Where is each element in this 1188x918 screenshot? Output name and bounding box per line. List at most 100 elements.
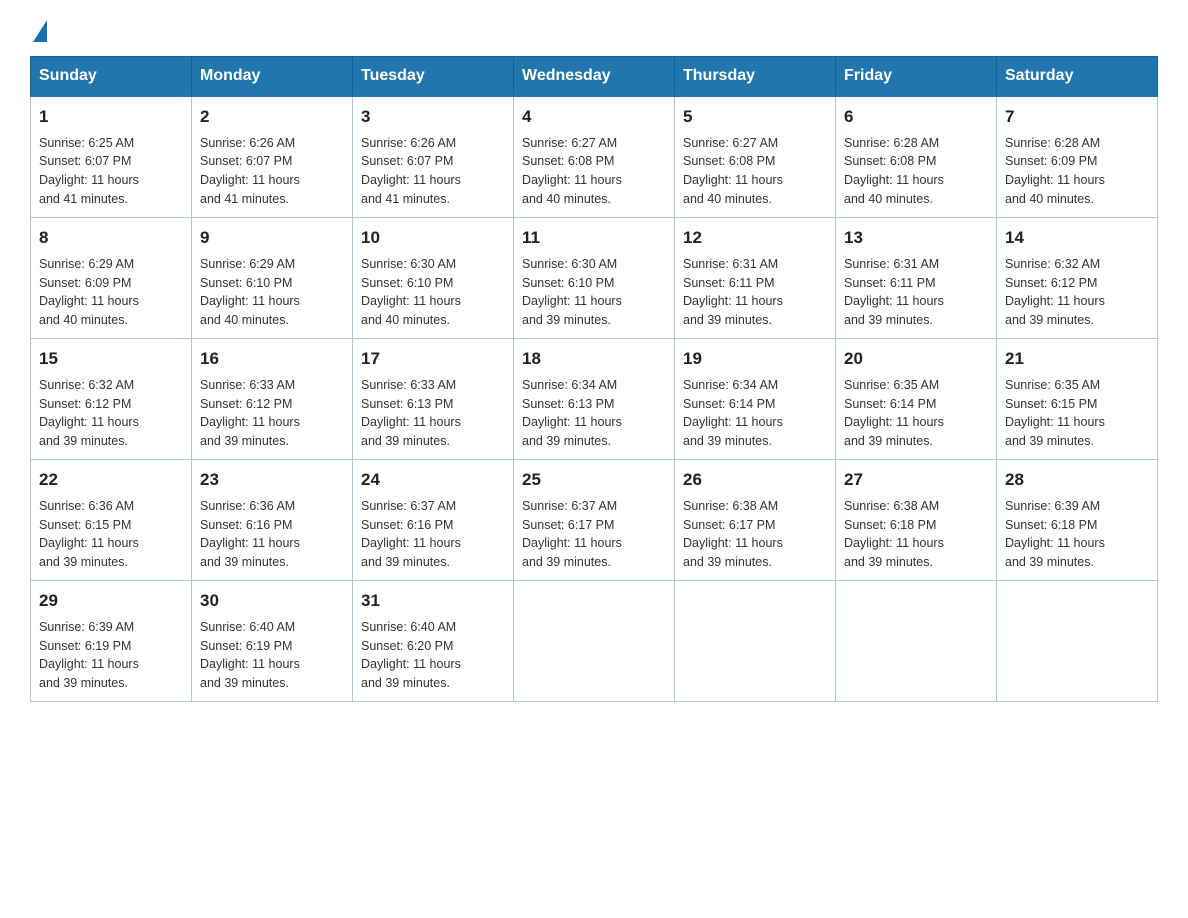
day-number: 25 xyxy=(522,468,666,493)
calendar-cell: 10 Sunrise: 6:30 AMSunset: 6:10 PMDayligh… xyxy=(353,218,514,339)
page-header xyxy=(30,20,1158,36)
day-number: 11 xyxy=(522,226,666,251)
day-info: Sunrise: 6:25 AMSunset: 6:07 PMDaylight:… xyxy=(39,136,139,207)
day-number: 1 xyxy=(39,105,183,130)
calendar-cell: 29 Sunrise: 6:39 AMSunset: 6:19 PMDayligh… xyxy=(31,581,192,702)
calendar-cell: 27 Sunrise: 6:38 AMSunset: 6:18 PMDayligh… xyxy=(836,460,997,581)
day-number: 2 xyxy=(200,105,344,130)
calendar-cell: 21 Sunrise: 6:35 AMSunset: 6:15 PMDayligh… xyxy=(997,339,1158,460)
calendar-cell xyxy=(675,581,836,702)
day-number: 3 xyxy=(361,105,505,130)
day-number: 23 xyxy=(200,468,344,493)
day-info: Sunrise: 6:33 AMSunset: 6:12 PMDaylight:… xyxy=(200,378,300,449)
day-number: 21 xyxy=(1005,347,1149,372)
calendar-week-row: 1 Sunrise: 6:25 AMSunset: 6:07 PMDaylight… xyxy=(31,96,1158,218)
day-info: Sunrise: 6:31 AMSunset: 6:11 PMDaylight:… xyxy=(683,257,783,328)
column-header-sunday: Sunday xyxy=(31,57,192,97)
day-number: 4 xyxy=(522,105,666,130)
column-header-saturday: Saturday xyxy=(997,57,1158,97)
calendar-cell: 11Sunrise: 6:30 AMSunset: 6:10 PMDayligh… xyxy=(514,218,675,339)
day-info: Sunrise: 6:37 AMSunset: 6:16 PMDaylight:… xyxy=(361,499,461,570)
calendar-cell xyxy=(836,581,997,702)
calendar-week-row: 8 Sunrise: 6:29 AMSunset: 6:09 PMDaylight… xyxy=(31,218,1158,339)
column-header-wednesday: Wednesday xyxy=(514,57,675,97)
calendar-cell: 23 Sunrise: 6:36 AMSunset: 6:16 PMDayligh… xyxy=(192,460,353,581)
day-info: Sunrise: 6:28 AMSunset: 6:09 PMDaylight:… xyxy=(1005,136,1105,207)
column-header-thursday: Thursday xyxy=(675,57,836,97)
day-number: 9 xyxy=(200,226,344,251)
calendar-cell: 5 Sunrise: 6:27 AMSunset: 6:08 PMDaylight… xyxy=(675,96,836,218)
calendar-cell: 1 Sunrise: 6:25 AMSunset: 6:07 PMDaylight… xyxy=(31,96,192,218)
day-number: 16 xyxy=(200,347,344,372)
calendar-cell: 28Sunrise: 6:39 AMSunset: 6:18 PMDayligh… xyxy=(997,460,1158,581)
calendar-week-row: 15 Sunrise: 6:32 AMSunset: 6:12 PMDayligh… xyxy=(31,339,1158,460)
calendar-cell: 22 Sunrise: 6:36 AMSunset: 6:15 PMDayligh… xyxy=(31,460,192,581)
day-number: 26 xyxy=(683,468,827,493)
column-header-friday: Friday xyxy=(836,57,997,97)
day-number: 12 xyxy=(683,226,827,251)
calendar-cell: 26 Sunrise: 6:38 AMSunset: 6:17 PMDayligh… xyxy=(675,460,836,581)
day-number: 18 xyxy=(522,347,666,372)
day-info: Sunrise: 6:26 AMSunset: 6:07 PMDaylight:… xyxy=(200,136,300,207)
calendar-cell xyxy=(514,581,675,702)
calendar-week-row: 22 Sunrise: 6:36 AMSunset: 6:15 PMDayligh… xyxy=(31,460,1158,581)
day-number: 28 xyxy=(1005,468,1149,493)
calendar-cell: 3 Sunrise: 6:26 AMSunset: 6:07 PMDaylight… xyxy=(353,96,514,218)
day-info: Sunrise: 6:29 AMSunset: 6:10 PMDaylight:… xyxy=(200,257,300,328)
day-number: 7 xyxy=(1005,105,1149,130)
day-number: 27 xyxy=(844,468,988,493)
calendar-cell: 24 Sunrise: 6:37 AMSunset: 6:16 PMDayligh… xyxy=(353,460,514,581)
calendar-table: SundayMondayTuesdayWednesdayThursdayFrid… xyxy=(30,56,1158,702)
calendar-cell: 17Sunrise: 6:33 AMSunset: 6:13 PMDayligh… xyxy=(353,339,514,460)
calendar-cell xyxy=(997,581,1158,702)
day-info: Sunrise: 6:36 AMSunset: 6:16 PMDaylight:… xyxy=(200,499,300,570)
day-info: Sunrise: 6:35 AMSunset: 6:14 PMDaylight:… xyxy=(844,378,944,449)
day-info: Sunrise: 6:32 AMSunset: 6:12 PMDaylight:… xyxy=(39,378,139,449)
day-number: 24 xyxy=(361,468,505,493)
day-info: Sunrise: 6:38 AMSunset: 6:17 PMDaylight:… xyxy=(683,499,783,570)
day-number: 10 xyxy=(361,226,505,251)
day-number: 6 xyxy=(844,105,988,130)
day-number: 5 xyxy=(683,105,827,130)
day-info: Sunrise: 6:40 AMSunset: 6:20 PMDaylight:… xyxy=(361,620,461,691)
calendar-cell: 30 Sunrise: 6:40 AMSunset: 6:19 PMDayligh… xyxy=(192,581,353,702)
day-number: 20 xyxy=(844,347,988,372)
calendar-cell: 13Sunrise: 6:31 AMSunset: 6:11 PMDayligh… xyxy=(836,218,997,339)
calendar-header: SundayMondayTuesdayWednesdayThursdayFrid… xyxy=(31,57,1158,97)
calendar-week-row: 29 Sunrise: 6:39 AMSunset: 6:19 PMDayligh… xyxy=(31,581,1158,702)
day-number: 22 xyxy=(39,468,183,493)
day-info: Sunrise: 6:40 AMSunset: 6:19 PMDaylight:… xyxy=(200,620,300,691)
day-info: Sunrise: 6:35 AMSunset: 6:15 PMDaylight:… xyxy=(1005,378,1105,449)
day-info: Sunrise: 6:36 AMSunset: 6:15 PMDaylight:… xyxy=(39,499,139,570)
calendar-cell: 31 Sunrise: 6:40 AMSunset: 6:20 PMDayligh… xyxy=(353,581,514,702)
day-number: 8 xyxy=(39,226,183,251)
calendar-cell: 20 Sunrise: 6:35 AMSunset: 6:14 PMDayligh… xyxy=(836,339,997,460)
calendar-cell: 19 Sunrise: 6:34 AMSunset: 6:14 PMDayligh… xyxy=(675,339,836,460)
calendar-cell: 16 Sunrise: 6:33 AMSunset: 6:12 PMDayligh… xyxy=(192,339,353,460)
day-info: Sunrise: 6:34 AMSunset: 6:13 PMDaylight:… xyxy=(522,378,622,449)
day-number: 19 xyxy=(683,347,827,372)
day-number: 30 xyxy=(200,589,344,614)
calendar-cell: 2 Sunrise: 6:26 AMSunset: 6:07 PMDaylight… xyxy=(192,96,353,218)
day-info: Sunrise: 6:26 AMSunset: 6:07 PMDaylight:… xyxy=(361,136,461,207)
calendar-cell: 8 Sunrise: 6:29 AMSunset: 6:09 PMDaylight… xyxy=(31,218,192,339)
calendar-cell: 4Sunrise: 6:27 AMSunset: 6:08 PMDaylight… xyxy=(514,96,675,218)
calendar-cell: 18 Sunrise: 6:34 AMSunset: 6:13 PMDayligh… xyxy=(514,339,675,460)
day-info: Sunrise: 6:32 AMSunset: 6:12 PMDaylight:… xyxy=(1005,257,1105,328)
day-number: 14 xyxy=(1005,226,1149,251)
calendar-cell: 12 Sunrise: 6:31 AMSunset: 6:11 PMDayligh… xyxy=(675,218,836,339)
day-info: Sunrise: 6:27 AMSunset: 6:08 PMDaylight:… xyxy=(683,136,783,207)
day-number: 13 xyxy=(844,226,988,251)
calendar-cell: 15 Sunrise: 6:32 AMSunset: 6:12 PMDayligh… xyxy=(31,339,192,460)
day-info: Sunrise: 6:34 AMSunset: 6:14 PMDaylight:… xyxy=(683,378,783,449)
day-number: 31 xyxy=(361,589,505,614)
calendar-cell: 7 Sunrise: 6:28 AMSunset: 6:09 PMDaylight… xyxy=(997,96,1158,218)
day-info: Sunrise: 6:30 AMSunset: 6:10 PMDaylight:… xyxy=(361,257,461,328)
day-info: Sunrise: 6:28 AMSunset: 6:08 PMDaylight:… xyxy=(844,136,944,207)
day-number: 29 xyxy=(39,589,183,614)
day-number: 15 xyxy=(39,347,183,372)
calendar-cell: 14 Sunrise: 6:32 AMSunset: 6:12 PMDayligh… xyxy=(997,218,1158,339)
day-info: Sunrise: 6:29 AMSunset: 6:09 PMDaylight:… xyxy=(39,257,139,328)
day-info: Sunrise: 6:39 AMSunset: 6:19 PMDaylight:… xyxy=(39,620,139,691)
day-info: Sunrise: 6:38 AMSunset: 6:18 PMDaylight:… xyxy=(844,499,944,570)
